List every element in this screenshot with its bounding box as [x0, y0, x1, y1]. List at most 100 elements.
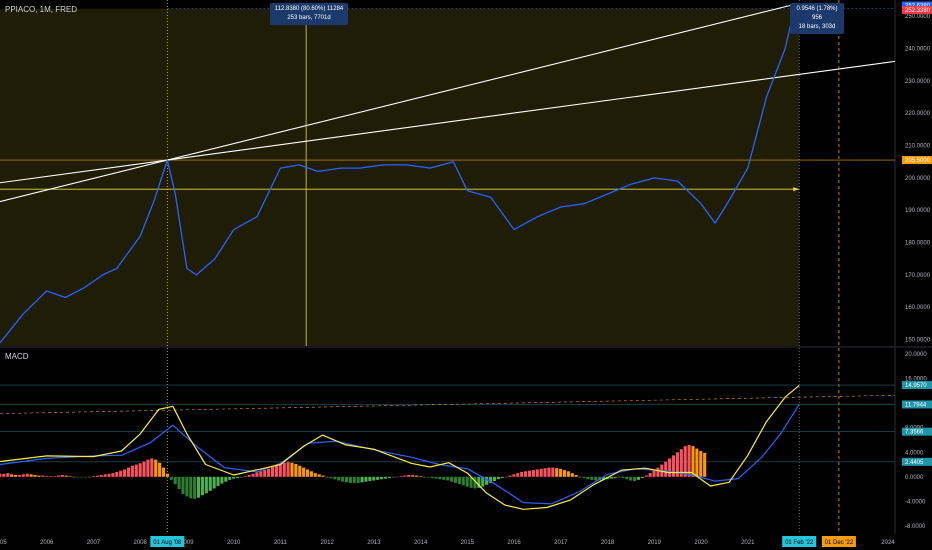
histogram-bar: [204, 476, 208, 494]
histogram-bar: [609, 476, 613, 479]
histogram-bar: [263, 470, 267, 477]
histogram-bar: [228, 476, 232, 480]
histogram-bar: [267, 468, 271, 477]
histogram-bar: [508, 475, 512, 477]
histogram-bar: [664, 461, 668, 477]
price-axis-label: 170.0000: [905, 273, 931, 279]
symbol-title[interactable]: PPIACO, 1M, FRED: [5, 5, 77, 14]
histogram-bar: [165, 473, 169, 477]
histogram-bar: [442, 476, 446, 480]
macd-axis-label: -4.0000: [905, 499, 926, 505]
histogram-bar: [150, 458, 154, 477]
histogram-bar: [103, 474, 107, 477]
histogram-bar: [52, 476, 57, 477]
histogram-bar: [111, 473, 115, 477]
histogram-bar: [302, 467, 306, 477]
chart-background: [0, 8, 800, 347]
histogram-bar: [625, 476, 629, 480]
price-axis-label: 250.0000: [905, 14, 931, 20]
histogram-bar: [290, 462, 294, 477]
histogram-bar: [379, 476, 384, 480]
price-axis[interactable]: 250.0000 240.0000 230.0000 220.0000 210.0000…: [905, 14, 931, 530]
time-axis[interactable]: 2005200620072008200920102011201220132014…: [0, 540, 895, 546]
time-axis-label: 2017: [554, 540, 568, 546]
histogram-bar: [524, 471, 528, 477]
time-axis-label: 2020: [694, 540, 708, 546]
histogram-bar: [138, 463, 142, 477]
time-axis-label: 2012: [320, 540, 334, 546]
histogram-bar: [239, 476, 243, 478]
macd-tag-label: 2.4405: [905, 460, 924, 466]
histogram-bar: [298, 465, 302, 477]
histogram-bar: [531, 470, 535, 477]
macd-axis-label: 4.0000: [905, 450, 924, 456]
histogram-bar: [142, 461, 146, 477]
date-tag-label: 01 Feb '22: [785, 540, 814, 546]
price-axis-label: 240.0000: [905, 47, 931, 53]
chart-canvas[interactable]: 250.0000 240.0000 230.0000 220.0000 210.0000…: [0, 0, 932, 550]
histogram-bar: [613, 476, 617, 479]
price-axis-label: 180.0000: [905, 241, 931, 247]
histogram-bar: [485, 476, 489, 485]
histogram-bar: [80, 476, 84, 478]
histogram-bar: [177, 476, 181, 490]
histogram-bar: [282, 462, 286, 477]
histogram-bar: [364, 476, 368, 482]
histogram-bar: [185, 476, 189, 497]
histogram-bar: [527, 470, 532, 477]
histogram-bar: [189, 476, 193, 499]
histogram-bar: [259, 471, 263, 477]
histogram-bar: [91, 476, 95, 477]
histogram-bar: [434, 476, 438, 479]
histogram-bar: [294, 463, 298, 477]
histogram-bar: [496, 476, 500, 480]
histogram-bar: [10, 474, 14, 477]
price-axis-label: 190.0000: [905, 208, 931, 214]
histogram-bar: [134, 464, 138, 477]
histogram-bar: [387, 476, 391, 479]
histogram-bar: [504, 476, 508, 478]
measure-tooltip-right: 0.9546 (1.78%) 956 18 bars, 303d: [790, 3, 844, 34]
histogram-bar: [270, 466, 275, 477]
macd-tag-label: 7.3566: [905, 430, 924, 436]
histogram-bar: [695, 448, 699, 477]
histogram-bar: [668, 458, 672, 477]
histogram-bar: [130, 465, 134, 477]
histogram-bar: [520, 471, 524, 477]
histogram-bar: [551, 467, 555, 477]
time-axis-label: 2019: [648, 540, 662, 546]
histogram-bar: [212, 476, 216, 489]
histogram-bar: [173, 476, 177, 485]
histogram-bar: [640, 476, 644, 479]
histogram-bar: [45, 476, 49, 477]
histogram-bar: [333, 476, 337, 480]
measure-range-fill: [0, 8, 800, 347]
histogram-bar: [438, 476, 442, 480]
histogram-bar: [671, 455, 676, 477]
time-axis-label: 2024: [881, 540, 895, 546]
histogram-bar: [286, 462, 290, 477]
histogram-bar: [395, 476, 399, 478]
histogram-bar: [422, 476, 426, 478]
time-axis-label: 2007: [87, 540, 101, 546]
histogram-bar: [516, 473, 520, 477]
histogram-bar: [407, 474, 411, 477]
histogram-bar: [629, 476, 633, 481]
time-axis-label: 2011: [274, 540, 288, 546]
price-axis-label: 150.0000: [905, 338, 931, 344]
histogram-bar: [208, 476, 212, 491]
histogram-bar: [196, 476, 201, 498]
histogram-bar: [465, 476, 469, 487]
macd-indicator-title[interactable]: MACD: [5, 352, 29, 361]
measure-right-line1: 0.9546 (1.78%) 956: [796, 6, 838, 21]
histogram-bar: [391, 476, 395, 478]
macd-axis-label: 0.0000: [905, 475, 924, 481]
histogram-bar: [539, 468, 543, 477]
macd-histogram: [0, 444, 707, 499]
measure-tooltip-main: 112.8380 (80.60%) 11284 253 bars, 7701d: [270, 3, 348, 25]
histogram-bar: [492, 476, 496, 482]
histogram-bar: [169, 476, 173, 480]
histogram-bar: [17, 474, 22, 477]
histogram-bar: [621, 476, 625, 479]
histogram-bar: [570, 473, 574, 477]
